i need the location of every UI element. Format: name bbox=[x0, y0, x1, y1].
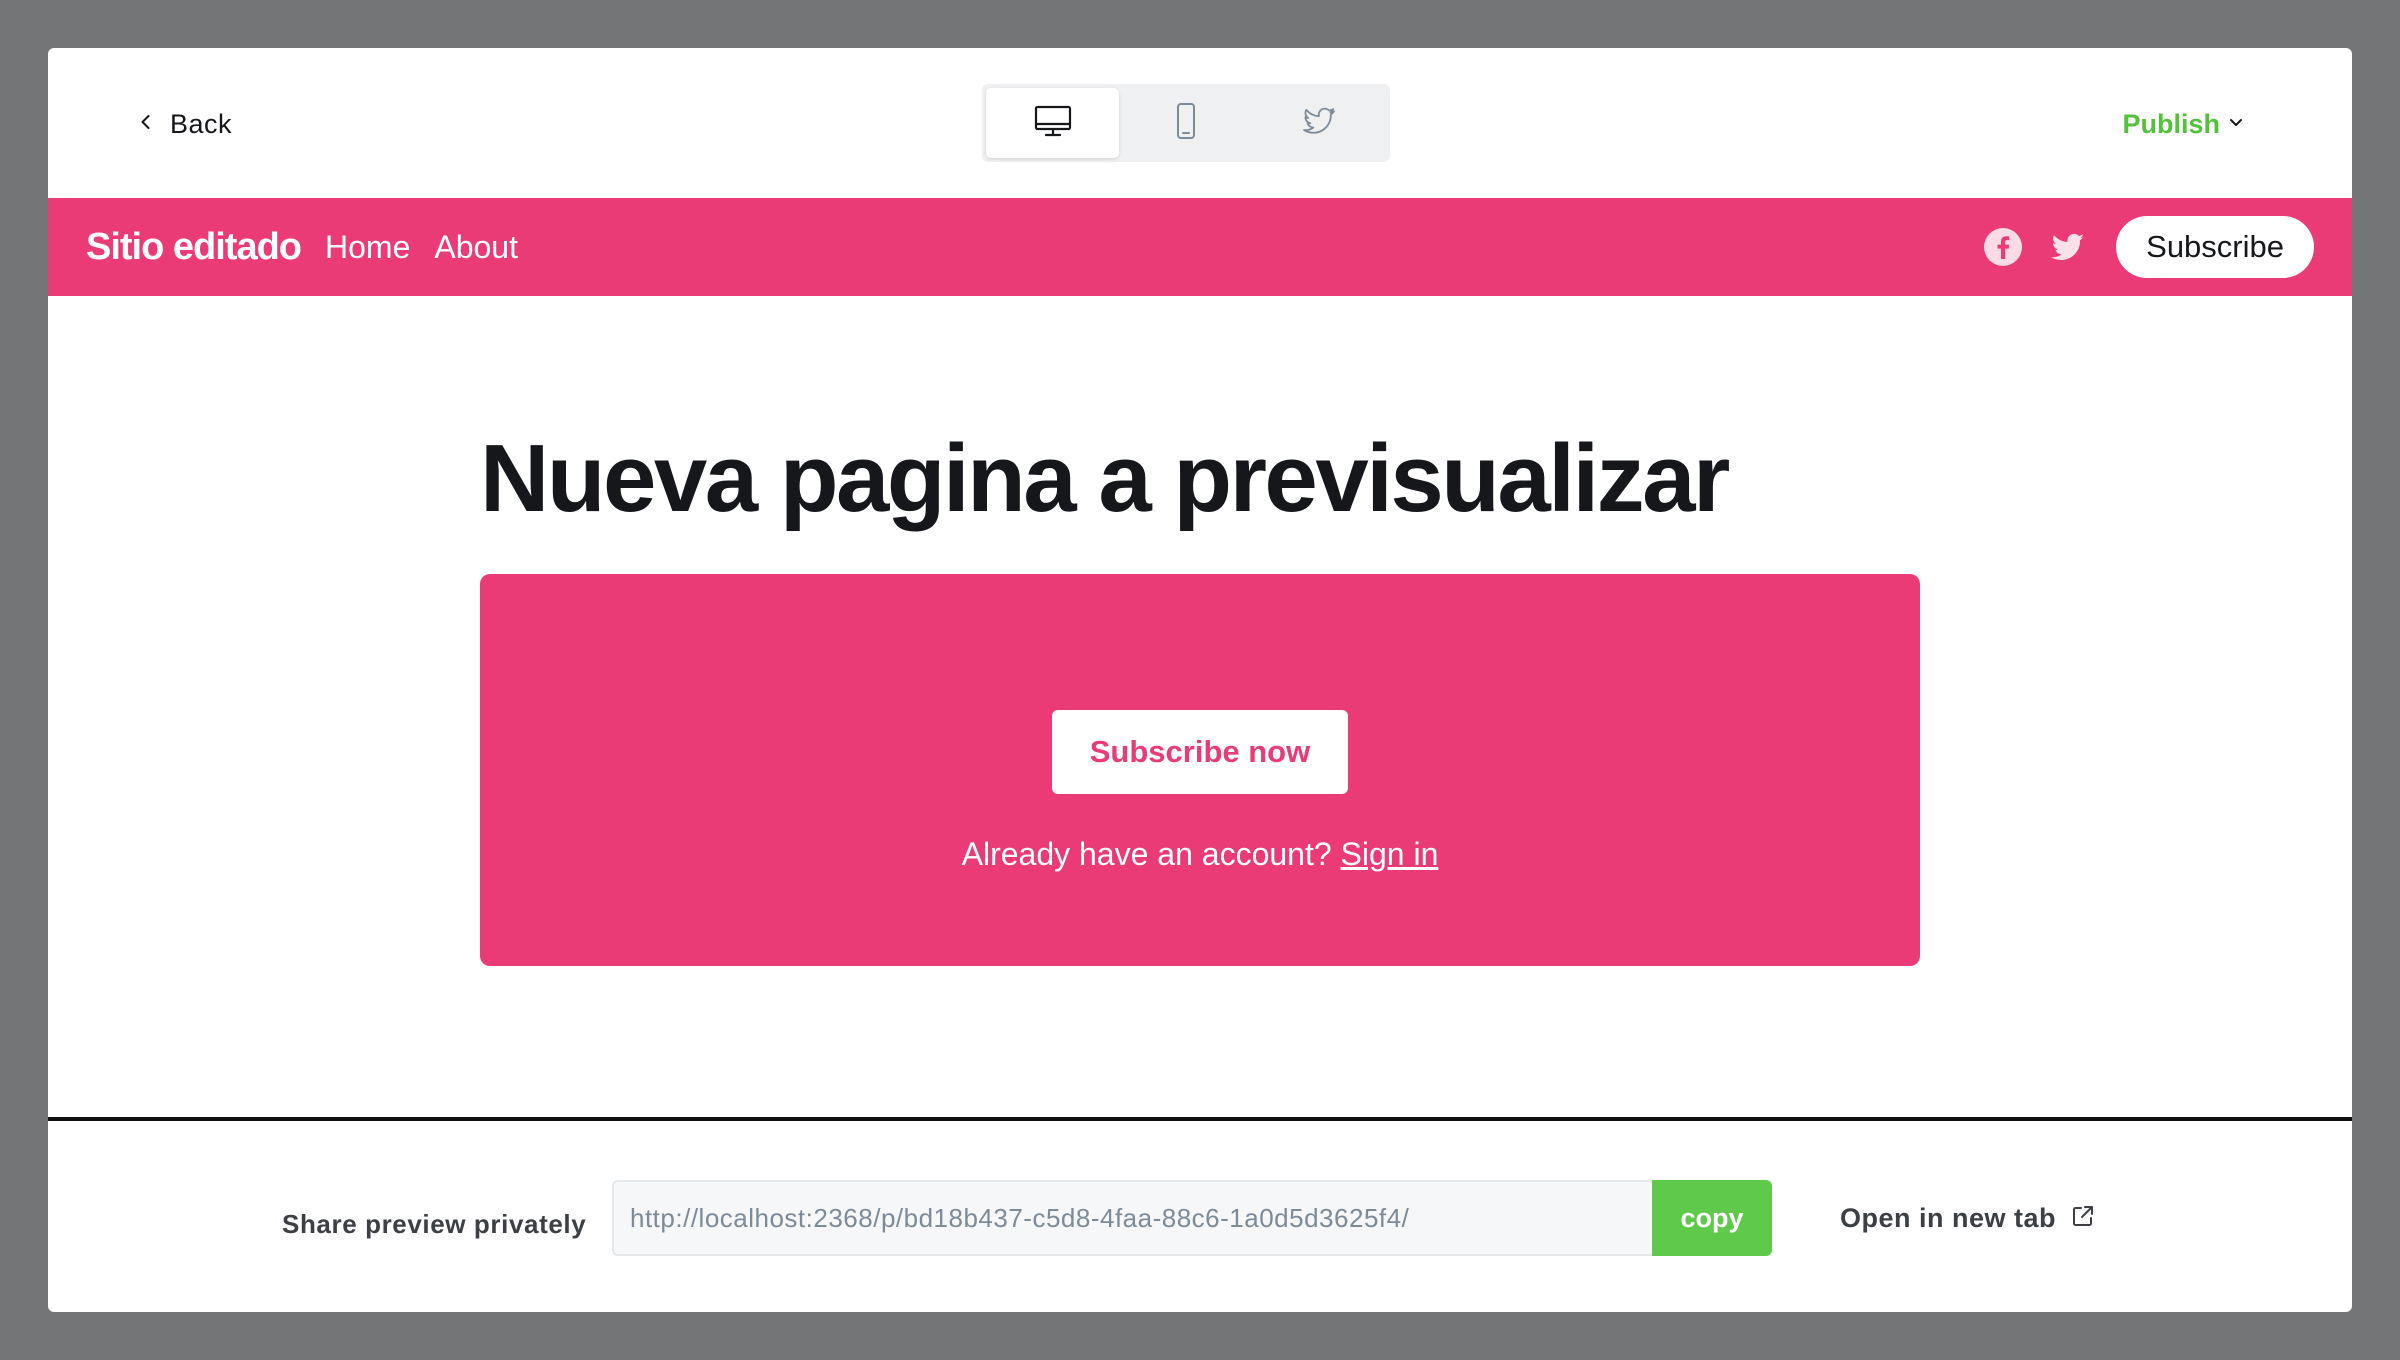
device-toggle-group bbox=[982, 84, 1390, 162]
smartphone-icon bbox=[1166, 101, 1206, 146]
share-url-input[interactable] bbox=[612, 1180, 1652, 1256]
nav-link-about[interactable]: About bbox=[434, 229, 518, 266]
copy-button[interactable]: copy bbox=[1652, 1180, 1772, 1256]
publish-button[interactable]: Publish bbox=[2122, 104, 2246, 144]
share-bar: Share preview privately copy Open in new… bbox=[48, 1121, 2352, 1312]
publish-label: Publish bbox=[2122, 108, 2220, 139]
twitter-icon bbox=[1299, 101, 1339, 146]
twitter-icon[interactable] bbox=[2046, 226, 2088, 268]
nav-subscribe-button[interactable]: Subscribe bbox=[2116, 216, 2314, 278]
facebook-icon[interactable] bbox=[1982, 226, 2024, 268]
back-button[interactable]: Back bbox=[136, 104, 232, 144]
signin-prompt: Already have an account? bbox=[961, 836, 1332, 872]
chevron-down-icon bbox=[2226, 112, 2246, 137]
external-link-icon bbox=[2070, 1203, 2096, 1234]
subscribe-now-button[interactable]: Subscribe now bbox=[1052, 710, 1348, 794]
nav-link-home[interactable]: Home bbox=[325, 229, 410, 266]
subscribe-cta-box: Subscribe now Already have an account? S… bbox=[480, 574, 1920, 966]
back-label: Back bbox=[170, 108, 233, 139]
mobile-preview-button[interactable] bbox=[1119, 88, 1252, 158]
twitter-preview-button[interactable] bbox=[1252, 88, 1385, 158]
page-title: Nueva pagina a previsualizar bbox=[480, 425, 1730, 532]
site-title[interactable]: Sitio editado bbox=[86, 226, 302, 269]
site-nav-right: Subscribe bbox=[1982, 216, 2314, 278]
preview-modal: Back Publish Sitio editado Home About Su… bbox=[48, 48, 2352, 1312]
open-in-new-tab-link[interactable]: Open in new tab bbox=[1840, 1200, 2096, 1236]
page-content: Nueva pagina a previsualizar Subscribe n… bbox=[48, 296, 2352, 1118]
signin-row: Already have an account? Sign in bbox=[480, 836, 1920, 873]
chevron-left-icon bbox=[136, 112, 156, 137]
desktop-preview-button[interactable] bbox=[986, 88, 1119, 158]
signin-link[interactable]: Sign in bbox=[1341, 836, 1439, 872]
site-navbar: Sitio editado Home About Subscribe bbox=[48, 198, 2352, 296]
open-in-new-tab-label: Open in new tab bbox=[1840, 1202, 2057, 1233]
preview-toolbar: Back Publish bbox=[48, 48, 2352, 198]
share-preview-label: Share preview privately bbox=[282, 1209, 587, 1239]
monitor-icon bbox=[1033, 101, 1073, 146]
